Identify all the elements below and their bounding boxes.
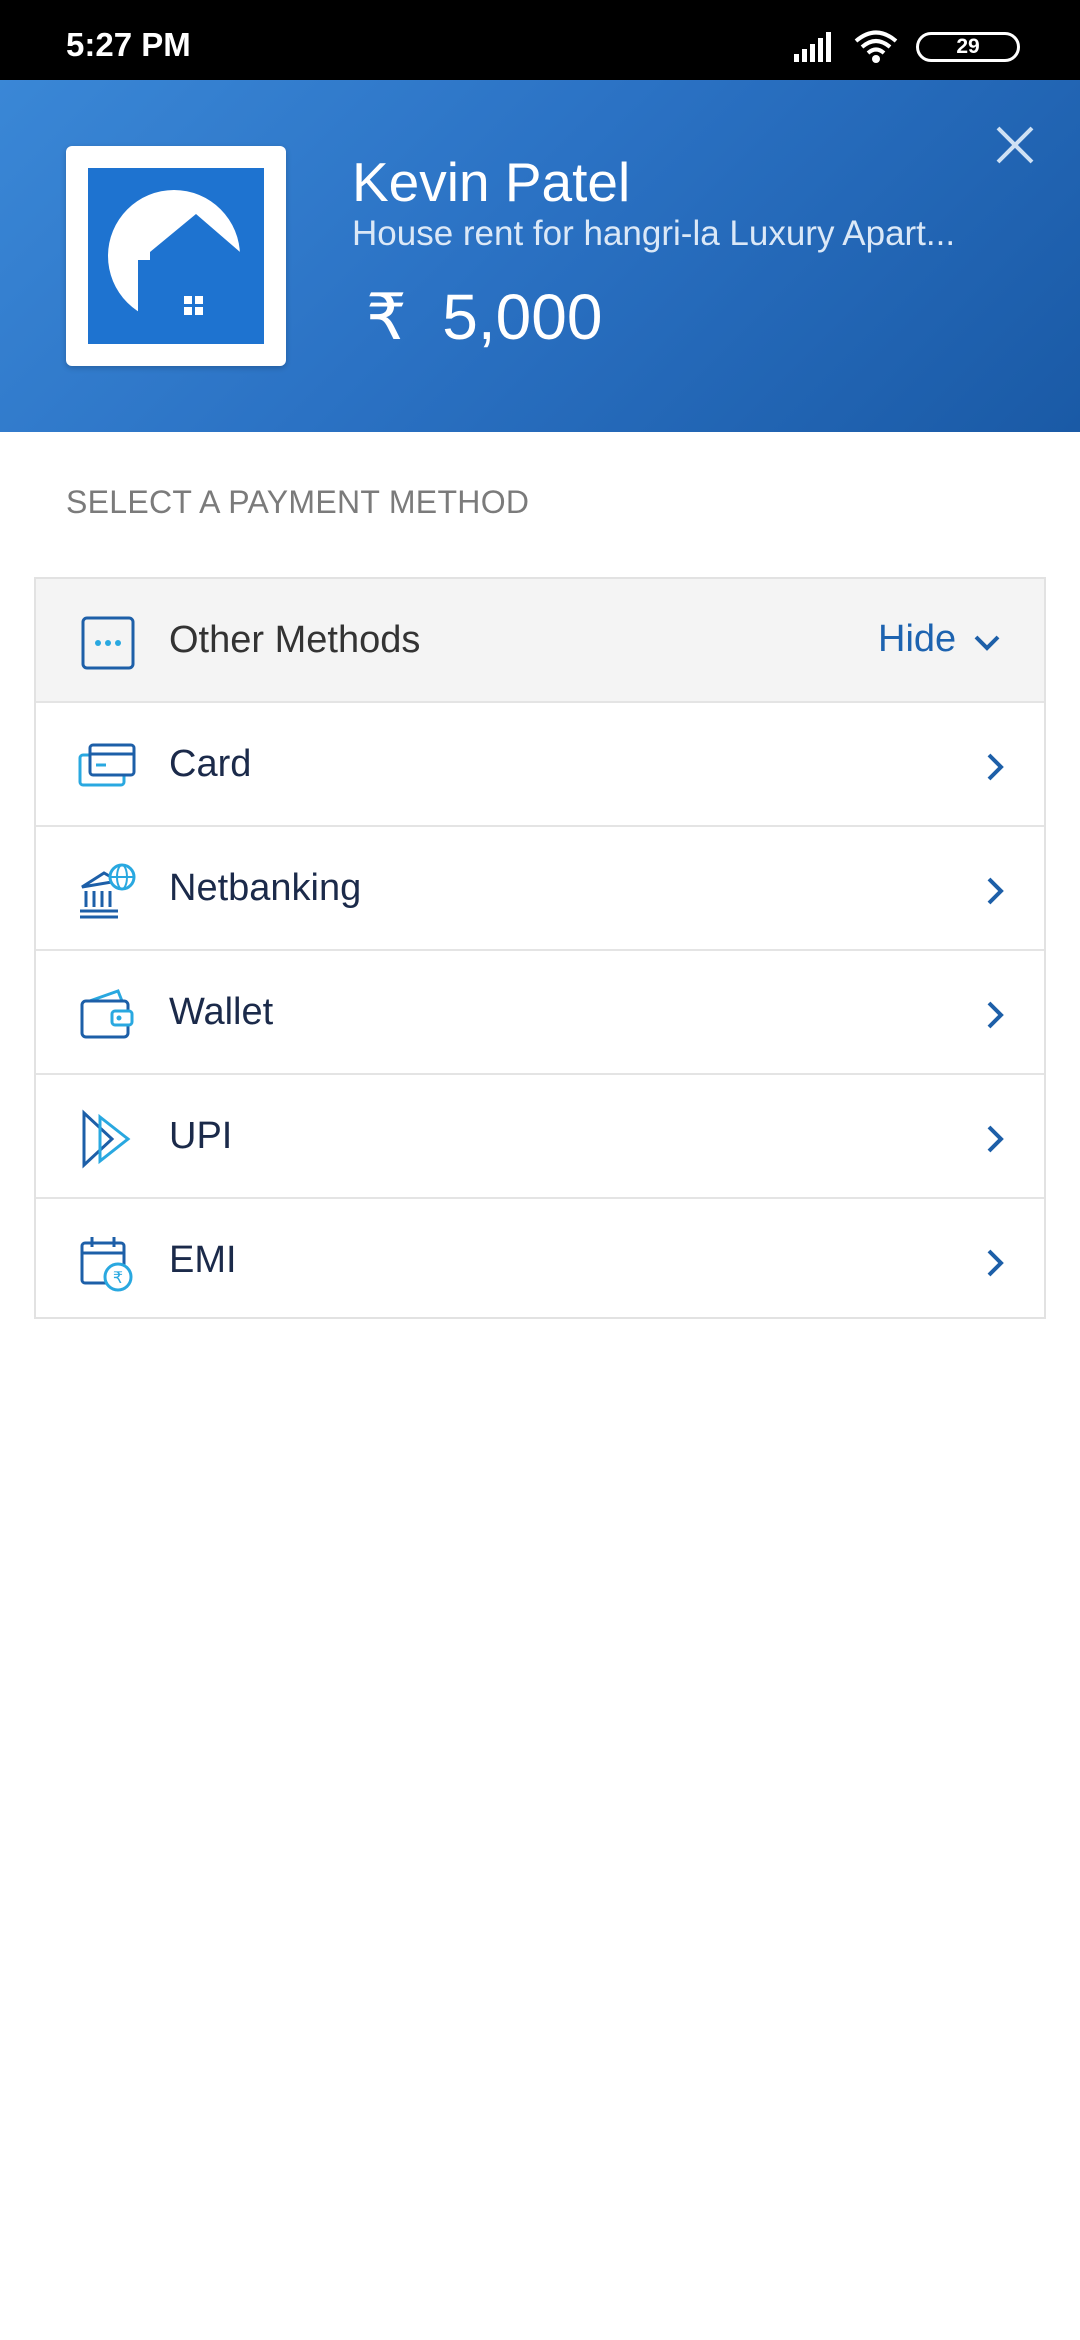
method-label: EMI [169, 1239, 237, 1281]
bank-icon [80, 863, 136, 919]
house-logo-icon [88, 168, 264, 344]
card-icon [78, 743, 136, 787]
hide-label: Hide [878, 617, 957, 660]
status-icons: 29 [794, 30, 1020, 64]
payment-amount: ₹ 5,000 [366, 281, 603, 353]
hide-toggle[interactable]: Hide [878, 617, 1002, 661]
wifi-icon [854, 30, 898, 63]
method-emi[interactable]: ₹ EMI [36, 1199, 1044, 1323]
other-methods-label: Other Methods [169, 619, 421, 661]
method-label: Wallet [169, 991, 274, 1033]
emi-calendar-icon: ₹ [80, 1237, 133, 1292]
merchant-logo [66, 146, 286, 366]
battery-level: 29 [956, 35, 980, 58]
merchant-name: Kevin Patel [352, 151, 631, 213]
status-time: 5:27 PM [66, 26, 191, 63]
section-title: SELECT A PAYMENT METHOD [66, 484, 530, 520]
method-label: UPI [169, 1115, 233, 1157]
svg-text:₹: ₹ [113, 1268, 123, 1287]
method-label: Netbanking [169, 867, 362, 909]
checkout-header: Kevin Patel House rent for hangri-la Lux… [0, 80, 1080, 432]
close-icon[interactable] [990, 120, 1040, 170]
payment-description: House rent for hangri-la Luxury Apart... [352, 214, 956, 253]
chevron-right-icon [987, 877, 1004, 905]
signal-icon [794, 32, 831, 62]
chevron-right-icon [987, 1125, 1004, 1153]
chevron-right-icon [987, 1001, 1004, 1029]
method-netbanking[interactable]: Netbanking [36, 827, 1044, 951]
other-methods-header[interactable]: Other Methods Hide [36, 579, 1044, 703]
chevron-down-icon [974, 635, 1000, 651]
upi-icon [82, 1109, 131, 1169]
wallet-icon [80, 989, 134, 1039]
more-icon [81, 616, 135, 670]
method-upi[interactable]: UPI [36, 1075, 1044, 1199]
method-card[interactable]: Card [36, 703, 1044, 827]
battery-icon: 29 [916, 32, 1020, 62]
method-label: Card [169, 743, 252, 785]
chevron-right-icon [987, 753, 1004, 781]
method-wallet[interactable]: Wallet [36, 951, 1044, 1075]
chevron-right-icon [987, 1249, 1004, 1277]
status-bar: 5:27 PM 29 [0, 0, 1080, 80]
payment-methods-list: Other Methods Hide Card Netbanking Walle… [34, 577, 1046, 1319]
